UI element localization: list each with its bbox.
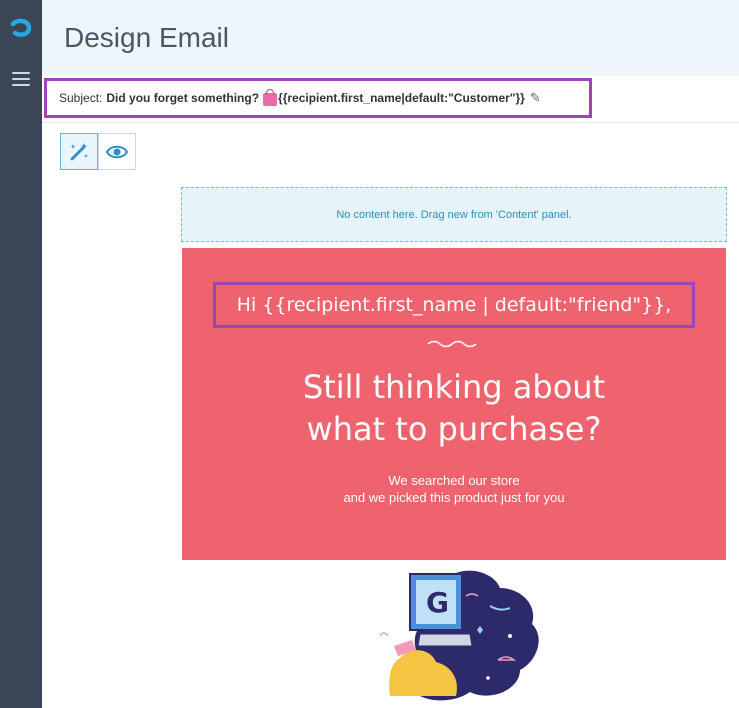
editor-mode-toggle xyxy=(60,133,136,170)
design-mode-button[interactable] xyxy=(60,133,98,170)
shopping-bags-icon xyxy=(263,88,278,106)
headline-line-1: Still thinking about xyxy=(302,368,606,406)
subtext-line-1: We searched our store xyxy=(388,473,520,488)
greeting-text[interactable]: Hi {{recipient.first_name | default:"fri… xyxy=(213,282,695,328)
subject-row: Subject: Did you forget something? {{rec… xyxy=(42,76,739,123)
content-dropzone[interactable]: No content here. Drag new from 'Content'… xyxy=(181,187,727,242)
subtext-line-2: and we picked this product just for you xyxy=(343,490,565,505)
brand-logo-icon[interactable] xyxy=(9,18,33,40)
pencil-icon[interactable]: ✎ xyxy=(530,91,541,106)
hero-subtext[interactable]: We searched our store and we picked this… xyxy=(182,472,726,506)
page-header: Design Email xyxy=(42,0,739,77)
subject-field[interactable]: Subject: Did you forget something? {{rec… xyxy=(44,78,592,118)
wave-divider-icon xyxy=(427,340,477,348)
sidebar xyxy=(0,0,42,708)
shopping-illustration[interactable]: G xyxy=(360,566,550,708)
subject-template-tag: {{recipient.first_name|default:"Customer… xyxy=(278,91,525,105)
headline-line-2: what to purchase? xyxy=(306,410,602,448)
hero-headline[interactable]: Still thinking about what to purchase? xyxy=(182,366,726,450)
greeting-label: Hi {{recipient.first_name | default:"fri… xyxy=(236,294,672,316)
preview-mode-button[interactable] xyxy=(98,133,136,170)
dropzone-text: No content here. Drag new from 'Content'… xyxy=(336,208,572,221)
eye-icon xyxy=(106,145,128,158)
subject-label: Subject: xyxy=(59,91,103,105)
hero-block[interactable]: Hi {{recipient.first_name | default:"fri… xyxy=(182,248,726,560)
subject-value: Did you forget something? xyxy=(106,91,260,105)
hamburger-menu-icon[interactable] xyxy=(12,72,30,88)
page-title: Design Email xyxy=(64,22,229,53)
svg-text:G: G xyxy=(426,586,449,619)
magic-wand-icon xyxy=(70,142,88,160)
